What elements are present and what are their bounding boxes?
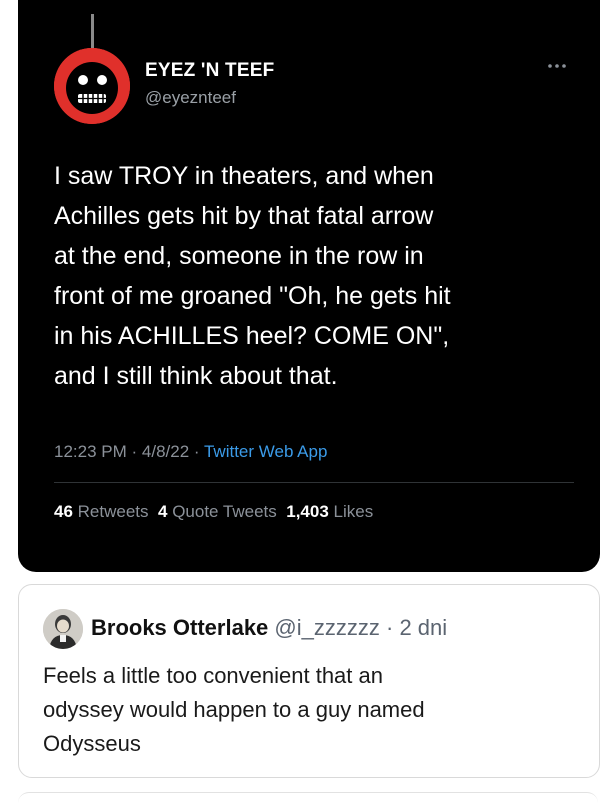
tweet-time[interactable]: 12:23 PM: [54, 442, 127, 461]
author-name[interactable]: EYEZ 'N TEEF: [145, 60, 274, 82]
quote-tweets-stat[interactable]: 4 Quote Tweets: [158, 502, 277, 521]
reply-header: Brooks Otterlake @i_zzzzzz · 2 dni: [91, 615, 447, 641]
face-icon: [54, 48, 130, 124]
next-card-edge: [18, 792, 598, 803]
reply-age[interactable]: 2 dni: [399, 615, 447, 640]
meta-separator: ·: [379, 615, 400, 640]
meta-separator: ·: [131, 442, 142, 461]
tweet-source-link[interactable]: Twitter Web App: [204, 442, 327, 461]
tweet-meta: 12:23 PM · 4/8/22 · Twitter Web App: [54, 442, 327, 462]
reply-author-handle[interactable]: @i_zzzzzz: [274, 615, 379, 640]
tweet-text: I saw TROY in theaters, and when Achille…: [54, 162, 451, 390]
reply-author-name[interactable]: Brooks Otterlake: [91, 615, 268, 640]
reply-avatar[interactable]: [43, 609, 83, 649]
retweets-count: 46: [54, 502, 73, 521]
ellipsis-icon: [548, 64, 566, 68]
retweets-stat[interactable]: 46 Retweets: [54, 502, 149, 521]
engagement-stats: 46 Retweets 4 Quote Tweets 1,403 Likes: [54, 502, 373, 522]
author-handle[interactable]: @eyeznteef: [145, 88, 236, 108]
tweet-date[interactable]: 4/8/22: [142, 442, 189, 461]
divider: [54, 482, 574, 483]
quote-label: Quote Tweets: [172, 502, 277, 521]
reply-text: Feels a little too convenient that an od…: [43, 663, 425, 756]
likes-stat[interactable]: 1,403 Likes: [286, 502, 373, 521]
meta-separator: ·: [193, 442, 204, 461]
retweets-label: Retweets: [77, 502, 149, 521]
more-options-button[interactable]: [542, 56, 574, 76]
likes-label: Likes: [333, 502, 374, 521]
avatar[interactable]: [54, 48, 130, 124]
likes-count: 1,403: [286, 502, 329, 521]
reply-tweet-card[interactable]: Brooks Otterlake @i_zzzzzz · 2 dni Feels…: [18, 584, 600, 778]
person-icon: [43, 609, 83, 649]
quote-count: 4: [157, 502, 168, 521]
embedded-tweet-card[interactable]: EYEZ 'N TEEF @eyeznteef I saw TROY in th…: [18, 0, 600, 572]
